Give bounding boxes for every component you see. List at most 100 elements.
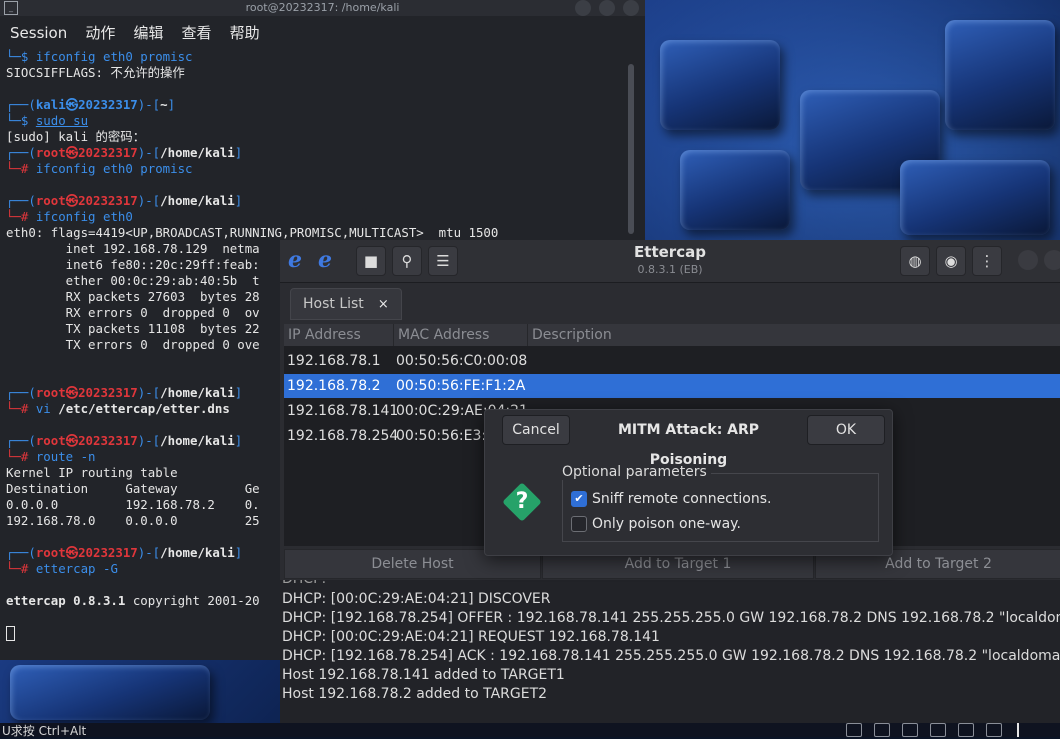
tray-sound-icon[interactable]	[986, 723, 1002, 737]
tray-usb-icon[interactable]	[930, 723, 946, 737]
close-tab-icon[interactable]: ×	[378, 297, 389, 312]
command-text: ifconfig eth0	[35, 209, 133, 224]
table-row[interactable]: 192.168.78.1 00:50:56:C0:00:08	[284, 349, 1060, 373]
terminal-titlebar[interactable]: _ root@20232317: /home/kali	[0, 0, 645, 16]
prompt-symbol: └─$	[6, 113, 36, 128]
terminal-line: ┌──(root㉿20232317)-[/home/kali]	[6, 193, 626, 209]
menu-session[interactable]: Session	[10, 18, 67, 48]
command-argument: /etc/ettercap/etter.dns	[58, 401, 230, 416]
one-way-checkbox[interactable]	[571, 516, 587, 532]
prompt-frame: )-[	[137, 193, 161, 208]
terminal-menubar: Session 动作 编辑 查看 帮助	[0, 18, 645, 48]
question-icon: ?	[502, 482, 542, 522]
close-button[interactable]	[623, 0, 639, 16]
output-text: RX errors 0 dropped 0 ov	[6, 305, 260, 320]
menu-actions[interactable]: 动作	[85, 18, 115, 48]
tray-network-icon[interactable]	[902, 723, 918, 737]
command-text: ettercap -G	[35, 561, 118, 576]
ok-button[interactable]: OK	[807, 415, 885, 445]
prompt-user: root	[35, 385, 66, 400]
prompt-directory: /home/kali	[160, 193, 235, 208]
terminal-cursor	[6, 626, 15, 641]
output-text: 0.0.0.0 192.168.78.2 0.	[6, 497, 260, 512]
command-text: vi	[35, 401, 59, 416]
prompt-frame: )-[	[137, 145, 161, 160]
prompt-frame: ┌──(	[6, 97, 36, 112]
wallpaper-cube	[680, 150, 790, 230]
prompt-directory: /home/kali	[160, 545, 235, 560]
output-text: RX packets 27603 bytes 28	[6, 289, 260, 304]
table-row[interactable]: 192.168.78.2 00:50:56:FE:F1:2A	[284, 374, 1060, 398]
prompt-frame: ]	[234, 193, 243, 208]
log-panel[interactable]: DHCP: DHCP: [00:0C:29:AE:04:21] DISCOVER…	[280, 580, 1060, 723]
prompt-frame: ┌──(	[6, 145, 36, 160]
prompt-symbol: └─#	[6, 449, 36, 464]
sniff-remote-checkbox[interactable]: ✔	[571, 491, 587, 507]
tab-host-list[interactable]: Host List ×	[290, 288, 402, 320]
mitm-menu-icon[interactable]: ◍	[900, 246, 930, 276]
prompt-frame: ]	[234, 545, 243, 560]
minimize-button[interactable]	[1018, 250, 1038, 270]
column-description[interactable]: Description	[528, 324, 1060, 346]
prompt-frame: )-[	[137, 385, 161, 400]
prompt-separator: ㉿	[65, 193, 79, 208]
prompt-user: root	[35, 193, 66, 208]
optional-parameters-label: Optional parameters	[562, 464, 711, 480]
more-menu-icon[interactable]: ⋮	[972, 246, 1002, 276]
minimize-button[interactable]	[575, 0, 591, 16]
tray-audio-icon[interactable]	[958, 723, 974, 737]
column-mac[interactable]: MAC Address	[394, 324, 528, 346]
terminal-line: ┌──(kali㉿20232317)-[~]	[6, 97, 626, 113]
tray-drive-icon[interactable]	[874, 723, 890, 737]
record-icon[interactable]: ◉	[936, 246, 966, 276]
close-button[interactable]	[1044, 250, 1060, 270]
output-text: Destination Gateway Ge	[6, 481, 260, 496]
maximize-button[interactable]	[599, 0, 615, 16]
wallpaper-cube	[945, 20, 1055, 130]
output-text: TX errors 0 dropped 0 ove	[6, 337, 260, 352]
prompt-symbol: └─#	[6, 561, 36, 576]
sniff-remote-label: Sniff remote connections.	[592, 491, 772, 507]
output-text: ether 00:0c:29:ab:40:5b t	[6, 273, 260, 288]
terminal-line: └─# ifconfig eth0	[6, 209, 626, 225]
ettercap-headerbar: e e ■ ⚲ ☰ Ettercap 0.8.3.1 (EB) ◍ ◉ ⋮	[280, 240, 1060, 283]
mitm-dialog[interactable]: Cancel MITM Attack: ARP Poisoning OK ? ✔…	[484, 409, 893, 556]
menu-edit[interactable]: 编辑	[133, 18, 163, 48]
prompt-user: kali	[35, 97, 66, 112]
optional-parameters-group: ✔ Sniff remote connections. Only poison …	[562, 473, 879, 542]
log-line: DHCP: [00:0C:29:AE:04:21] DISCOVER	[282, 591, 551, 607]
prompt-directory: /home/kali	[160, 145, 235, 160]
ip-cell: 192.168.78.141	[287, 403, 399, 419]
prompt-symbol: └─#	[6, 401, 36, 416]
terminal-scrollbar[interactable]	[628, 64, 634, 234]
prompt-user: root	[35, 433, 66, 448]
terminal-line: └─# ifconfig eth0 promisc	[6, 161, 626, 177]
prompt-separator: ㉿	[65, 545, 79, 560]
column-ip[interactable]: IP Address	[284, 324, 394, 346]
output-text: eth0: flags=4419<UP,BROADCAST,RUNNING,PR…	[6, 225, 499, 240]
prompt-separator: ㉿	[65, 385, 79, 400]
ip-cell: 192.168.78.1	[287, 353, 381, 369]
prompt-frame: ┌──(	[6, 545, 36, 560]
prompt-frame: ┌──(	[6, 193, 36, 208]
prompt-separator: ㉿	[65, 145, 79, 160]
menu-help[interactable]: 帮助	[230, 18, 260, 48]
prompt-frame: ]	[167, 97, 176, 112]
terminal-line: ┌──(root㉿20232317)-[/home/kali]	[6, 145, 626, 161]
menu-view[interactable]: 查看	[182, 18, 212, 48]
ip-cell: 192.168.78.2	[287, 378, 381, 394]
terminal-line: [sudo] kali 的密码：	[6, 129, 626, 145]
log-line: Host 192.168.78.2 added to TARGET2	[282, 686, 548, 702]
prompt-host: 20232317	[78, 193, 138, 208]
cancel-button[interactable]: Cancel	[502, 415, 570, 445]
tray-display-icon[interactable]	[846, 723, 862, 737]
command-text: route -n	[35, 449, 96, 464]
output-text: copyright 2001-20	[125, 593, 260, 608]
tray-separator	[1017, 723, 1019, 737]
terminal-line: SIOCSIFFLAGS: 不允许的操作	[6, 65, 626, 81]
prompt-frame: ┌──(	[6, 385, 36, 400]
output-text: SIOCSIFFLAGS: 不允许的操作	[6, 65, 185, 80]
prompt-frame: )-[	[137, 433, 161, 448]
prompt-user: root	[35, 145, 66, 160]
one-way-label: Only poison one-way.	[592, 516, 741, 532]
